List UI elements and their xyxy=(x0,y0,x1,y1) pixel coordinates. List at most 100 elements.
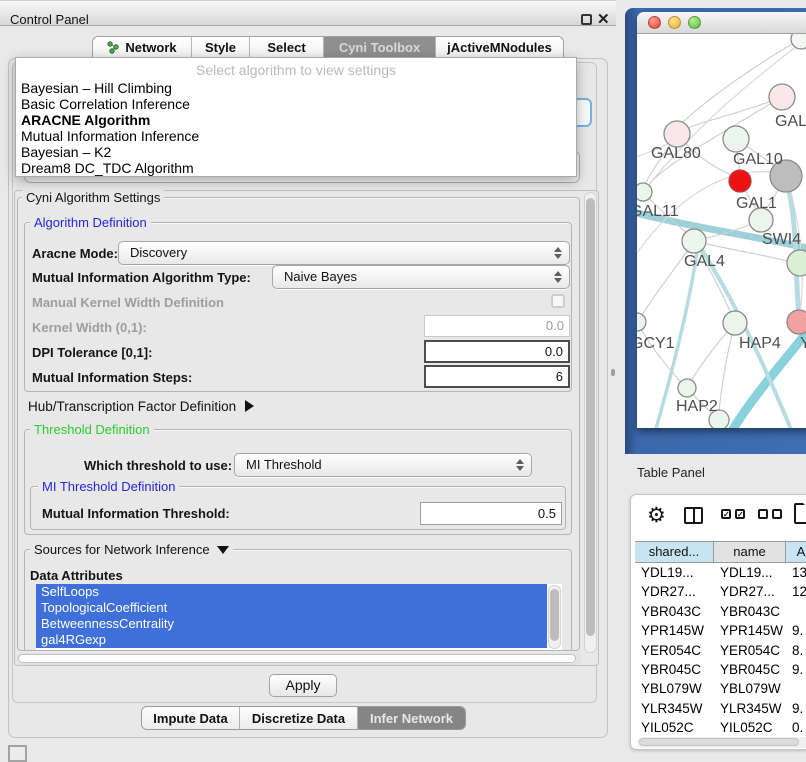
attributes-list-scrollbar[interactable] xyxy=(548,585,561,649)
minimize-traffic-light[interactable] xyxy=(668,16,681,29)
select-all-icon[interactable]: ✓ xyxy=(721,509,731,519)
attribute-list-item[interactable]: BetweennessCentrality xyxy=(36,616,547,632)
table-cell: YPR145W xyxy=(714,621,786,640)
algorithm-option[interactable]: Bayesian – Hill Climbing xyxy=(16,80,576,96)
node-label: GAL80 xyxy=(651,145,701,162)
threshold-definition-title: Threshold Definition xyxy=(30,422,154,437)
control-panel-titlebar: Control Panel ✕ xyxy=(0,0,616,26)
table-row[interactable]: YER054CYER054C8. xyxy=(635,641,806,660)
table-row[interactable]: YDR27...YDR27...12 xyxy=(635,582,806,601)
tab-label: Network xyxy=(125,40,176,55)
network-node[interactable] xyxy=(637,313,646,331)
column-header[interactable]: name xyxy=(714,542,786,562)
manual-kernel-checkbox[interactable] xyxy=(551,294,565,308)
table-cell: YPR145W xyxy=(635,621,714,640)
which-threshold-combo[interactable]: MI Threshold xyxy=(234,453,532,477)
panel-splitter-handle[interactable] xyxy=(611,369,615,376)
kernel-width-field[interactable]: 0.0 xyxy=(424,315,570,337)
table-row[interactable]: YLR345WYLR345W9. xyxy=(635,699,806,718)
network-view-window[interactable]: GALGAL80GAL10GAL1GAL11GAL4SWI4HAP4GCY1YH… xyxy=(637,12,806,428)
table-hscrollbar[interactable] xyxy=(637,737,806,748)
network-canvas-svg[interactable]: GALGAL80GAL10GAL1GAL11GAL4SWI4HAP4GCY1YH… xyxy=(637,34,806,428)
mi-threshold-field[interactable]: 0.5 xyxy=(420,502,562,525)
hub-tf-section[interactable]: Hub/Transcription Factor Definition xyxy=(28,399,254,414)
network-node[interactable] xyxy=(723,311,747,335)
algorithm-option[interactable]: ARACNE Algorithm xyxy=(16,112,576,128)
float-window-icon[interactable] xyxy=(581,14,592,25)
mi-steps-field[interactable]: 6 xyxy=(424,365,570,388)
attribute-list-item[interactable]: TopologicalCoefficient xyxy=(36,600,547,616)
network-node[interactable] xyxy=(678,379,696,397)
network-node[interactable] xyxy=(791,34,806,49)
column-header[interactable]: shared... xyxy=(635,542,714,562)
dpi-tolerance-field[interactable]: 0.0 xyxy=(424,340,570,363)
tab-network[interactable]: Network xyxy=(93,37,191,58)
bottom-left-button[interactable] xyxy=(8,745,27,762)
table-row[interactable]: YPR145WYPR145W9. xyxy=(635,621,806,640)
table-cell: YDL19... xyxy=(714,563,786,582)
node-label: GAL xyxy=(775,113,806,130)
network-node[interactable] xyxy=(682,229,706,253)
table-row[interactable]: YIL052CYIL052C0. xyxy=(635,718,806,732)
network-node[interactable] xyxy=(664,121,690,147)
network-node[interactable] xyxy=(729,170,751,192)
data-attributes-list[interactable]: SelfLoopsTopologicalCoefficientBetweenne… xyxy=(36,584,562,650)
settings-vscrollbar[interactable] xyxy=(584,192,597,653)
network-node[interactable] xyxy=(787,250,806,276)
tab-cyni-toolbox[interactable]: Cyni Toolbox xyxy=(323,37,435,58)
network-node[interactable] xyxy=(723,126,749,152)
tab-impute-data[interactable]: Impute Data xyxy=(142,707,239,729)
select-none-icon[interactable] xyxy=(758,509,768,519)
algorithm-option[interactable]: Basic Correlation Inference xyxy=(16,96,576,112)
aracne-mode-value: Discovery xyxy=(130,245,187,260)
sources-title[interactable]: Sources for Network Inference xyxy=(30,542,233,557)
tab-select[interactable]: Select xyxy=(249,37,323,58)
expand-right-icon[interactable] xyxy=(245,400,254,412)
zoom-traffic-light[interactable] xyxy=(688,16,701,29)
aracne-mode-combo[interactable]: Discovery xyxy=(118,241,570,265)
algorithm-option[interactable]: Dream8 DC_TDC Algorithm xyxy=(16,160,576,176)
select-none-icon[interactable] xyxy=(772,509,782,519)
algorithm-option[interactable]: Bayesian – K2 xyxy=(16,144,576,160)
network-node[interactable] xyxy=(637,183,652,201)
close-traffic-light[interactable] xyxy=(648,16,661,29)
table-body: YDL19...YDL19...13YDR27...YDR27...12YBR0… xyxy=(635,563,806,732)
network-window-titlebar[interactable] xyxy=(637,12,806,34)
table-cell: YBR043C xyxy=(714,602,786,621)
control-panel-tabbar: Network Style Select Cyni Toolbox jActiv… xyxy=(92,36,564,59)
table-row[interactable]: YBR043CYBR043C xyxy=(635,602,806,621)
close-icon[interactable]: ✕ xyxy=(597,10,610,28)
settings-gear-icon[interactable]: ⚙ xyxy=(647,503,666,528)
network-canvas[interactable]: GALGAL80GAL10GAL1GAL11GAL4SWI4HAP4GCY1YH… xyxy=(637,34,806,428)
table-cell: YBR045C xyxy=(714,660,786,679)
network-node[interactable] xyxy=(787,310,806,334)
tab-style[interactable]: Style xyxy=(191,37,249,58)
algorithm-dropdown[interactable]: Select algorithm to view settings Bayesi… xyxy=(15,57,577,177)
column-header[interactable]: A xyxy=(786,542,806,562)
settings-group-title: Cyni Algorithm Settings xyxy=(22,190,164,205)
split-columns-icon[interactable] xyxy=(684,507,703,524)
table-cell: 9. xyxy=(786,699,806,718)
attribute-list-item[interactable]: gal4RGexp xyxy=(36,632,547,648)
network-node[interactable] xyxy=(769,84,795,110)
page-icon[interactable] xyxy=(794,503,806,524)
select-all-icon[interactable]: ✓ xyxy=(735,509,745,519)
algorithm-option[interactable]: Mutual Information Inference xyxy=(16,128,576,144)
collapse-down-icon[interactable] xyxy=(217,546,229,554)
tab-infer-network[interactable]: Infer Network xyxy=(357,707,465,729)
attribute-list-item[interactable]: SelfLoops xyxy=(36,584,547,600)
table-cell: YLR345W xyxy=(714,699,786,718)
table-row[interactable]: YBR045CYBR045C9. xyxy=(635,660,806,679)
settings-hscrollbar[interactable] xyxy=(16,653,582,665)
table-row[interactable]: YBL079WYBL079W xyxy=(635,679,806,698)
dpi-tolerance-label: DPI Tolerance [0,1]: xyxy=(32,345,152,360)
node-label: SWI4 xyxy=(762,231,801,248)
apply-button[interactable]: Apply xyxy=(269,674,337,697)
mi-type-combo[interactable]: Naive Bayes xyxy=(272,265,570,289)
table-cell: 0. xyxy=(786,718,806,732)
tab-discretize-data[interactable]: Discretize Data xyxy=(239,707,357,729)
table-cell: 13 xyxy=(786,563,806,582)
table-row[interactable]: YDL19...YDL19...13 xyxy=(635,563,806,582)
tab-jactivemnodules[interactable]: jActiveMNodules xyxy=(435,37,563,58)
table-cell: YBL079W xyxy=(714,679,786,698)
